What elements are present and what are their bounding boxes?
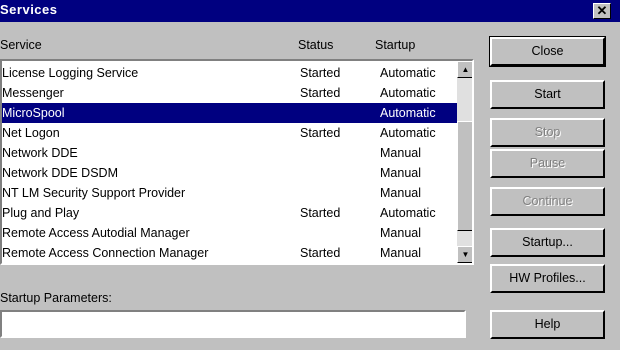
vertical-scrollbar[interactable]: ▲ ▼ <box>457 61 472 263</box>
help-button[interactable]: Help <box>490 310 605 339</box>
scroll-up-icon[interactable]: ▲ <box>457 61 472 78</box>
startup-parameters-label: Startup Parameters: <box>0 291 112 305</box>
list-item[interactable]: Plug and Play Started Automatic <box>2 203 457 223</box>
list-item[interactable]: Remote Access Connection Manager Started M… <box>2 243 457 263</box>
services-list[interactable]: License Logging Service Started Automatic … <box>0 59 474 265</box>
window-title: Services <box>0 2 58 17</box>
column-header-service[interactable]: Service <box>0 38 42 56</box>
close-button[interactable]: Close <box>489 36 606 67</box>
title-bar: Services ✕ <box>0 0 620 22</box>
list-item[interactable]: Network DDE DSDM Manual <box>2 163 457 183</box>
column-header-startup[interactable]: Startup <box>375 38 415 56</box>
list-item[interactable]: Messenger Started Automatic <box>2 83 457 103</box>
list-item[interactable]: Remote Access Autodial Manager Manual <box>2 223 457 243</box>
list-item[interactable]: NT LM Security Support Provider Manual <box>2 183 457 203</box>
list-item-selected[interactable]: MicroSpool Automatic <box>2 103 457 123</box>
startup-parameters-input[interactable] <box>0 310 466 338</box>
list-item[interactable]: Net Logon Started Automatic <box>2 123 457 143</box>
startup-button[interactable]: Startup... <box>490 228 605 257</box>
start-button[interactable]: Start <box>490 80 605 109</box>
stop-button[interactable]: Stop <box>490 118 605 147</box>
pause-button[interactable]: Pause <box>490 149 605 178</box>
list-item[interactable]: License Logging Service Started Automatic <box>2 63 457 83</box>
scroll-down-icon[interactable]: ▼ <box>457 246 472 263</box>
scrollbar-thumb[interactable] <box>457 121 472 231</box>
close-icon[interactable]: ✕ <box>593 3 611 19</box>
column-header-status[interactable]: Status <box>298 38 333 56</box>
hw-profiles-button[interactable]: HW Profiles... <box>490 264 605 293</box>
continue-button[interactable]: Continue <box>490 187 605 216</box>
list-item[interactable]: Network DDE Manual <box>2 143 457 163</box>
